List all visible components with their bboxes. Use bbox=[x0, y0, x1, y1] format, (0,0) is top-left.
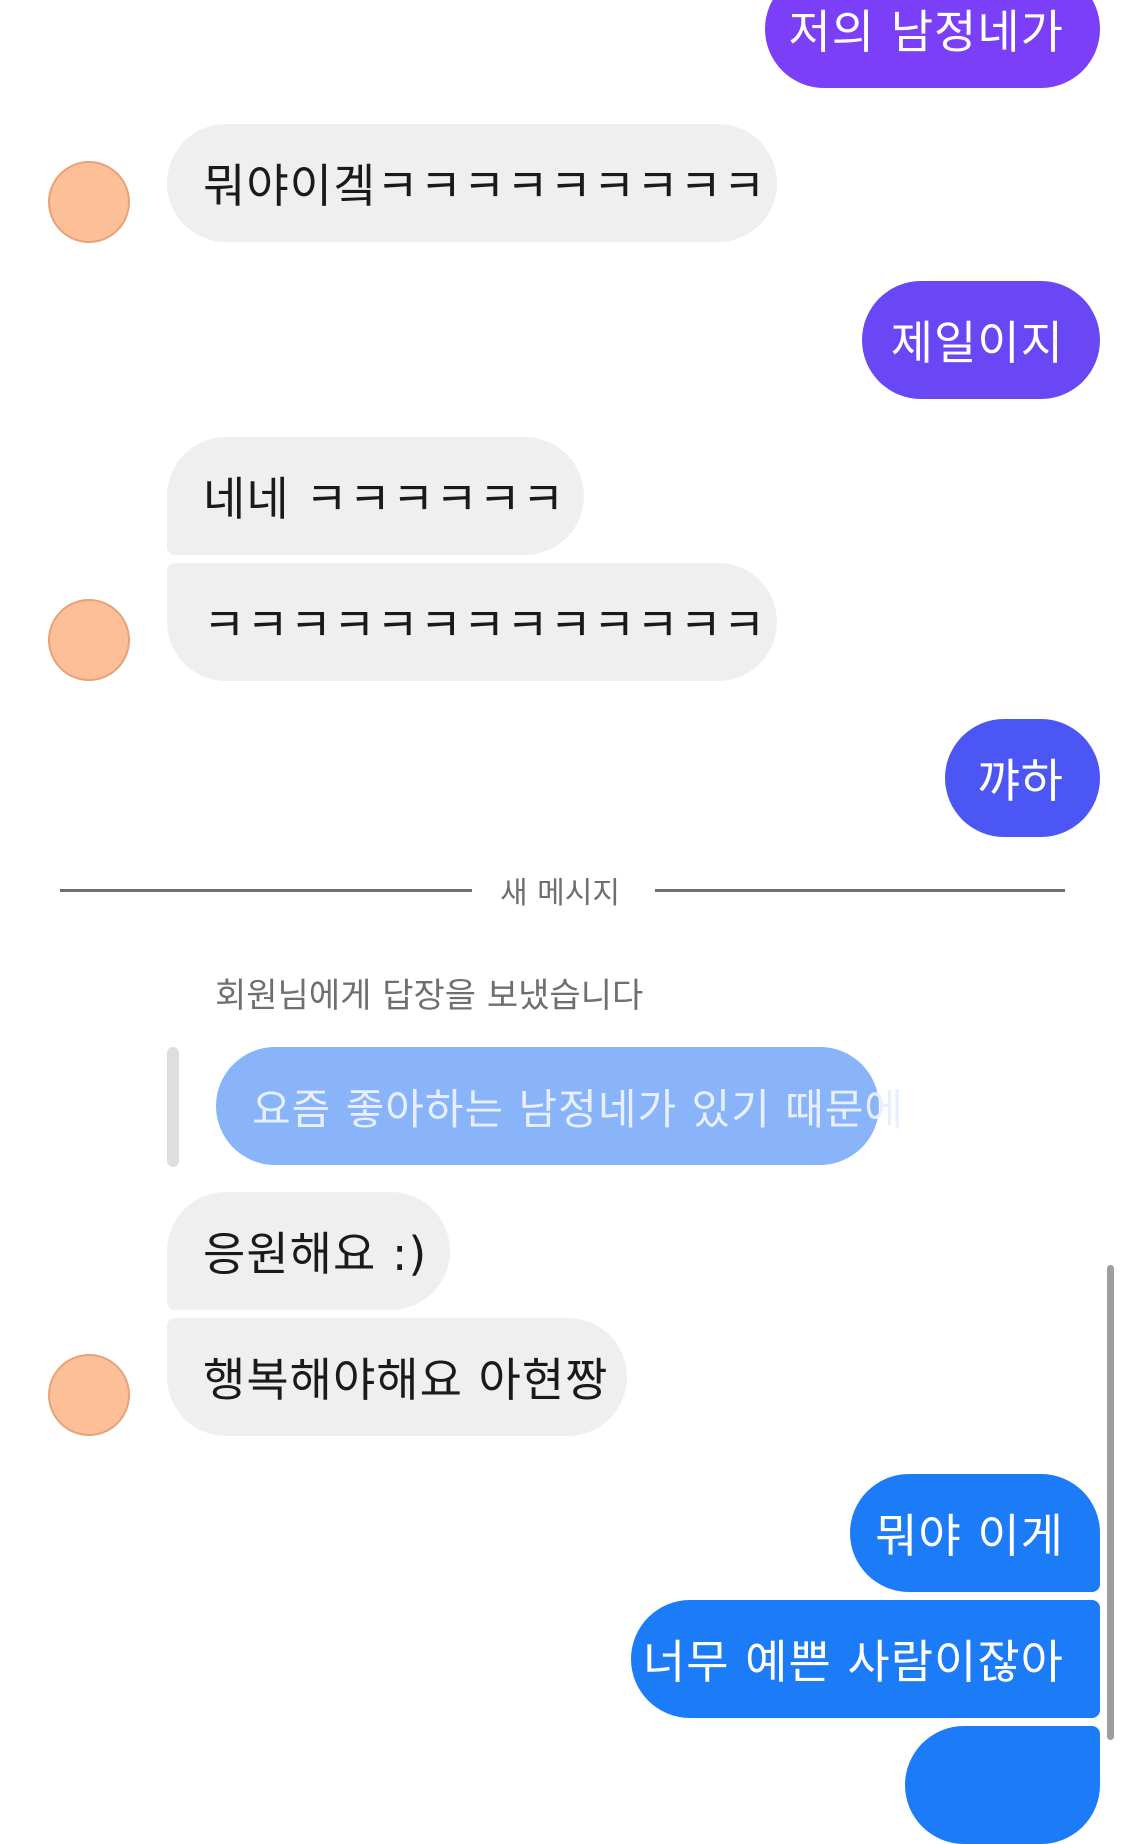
outgoing-message[interactable]: 꺄하 bbox=[945, 719, 1100, 837]
outgoing-message[interactable]: 저의 남정네가 bbox=[765, 0, 1100, 88]
message-text: 뭐야 이게 bbox=[875, 1509, 1064, 1563]
message-text: 제일이지 bbox=[890, 316, 1064, 370]
divider-line-right bbox=[655, 889, 1065, 892]
message-text: 행복해야해요 아현짱 bbox=[203, 1353, 609, 1407]
incoming-message[interactable]: 뭐야이겤ㅋㅋㅋㅋㅋㅋㅋㅋㅋ bbox=[167, 124, 777, 242]
message-text: ㅋㅋㅋㅋㅋㅋㅋㅋㅋㅋㅋㅋㅋ bbox=[203, 598, 767, 652]
incoming-message[interactable]: 네네 ㅋㅋㅋㅋㅋㅋ bbox=[167, 437, 584, 555]
reply-caption: 회원님에게 답장을 보냈습니다 bbox=[215, 976, 644, 1016]
sender-avatar[interactable] bbox=[48, 1354, 130, 1436]
incoming-message[interactable]: 행복해야해요 아현짱 bbox=[167, 1318, 627, 1436]
incoming-message[interactable]: 응원해요 :) bbox=[167, 1192, 450, 1310]
divider-line-left bbox=[60, 889, 472, 892]
new-messages-divider-label: 새 메시지 bbox=[500, 876, 620, 911]
message-text: 응원해요 :) bbox=[203, 1227, 428, 1281]
message-text: 뭐야이겤ㅋㅋㅋㅋㅋㅋㅋㅋㅋ bbox=[203, 159, 767, 213]
sender-avatar[interactable] bbox=[48, 599, 130, 681]
quoted-message-text: 요즘 좋아하는 남정네가 있기 때문에 bbox=[252, 1084, 905, 1134]
scrollbar[interactable] bbox=[1107, 1265, 1114, 1740]
sender-avatar[interactable] bbox=[48, 161, 130, 243]
quoted-message[interactable]: 요즘 좋아하는 남정네가 있기 때문에 bbox=[216, 1047, 903, 1165]
outgoing-message[interactable] bbox=[905, 1726, 1100, 1844]
outgoing-message[interactable]: 제일이지 bbox=[862, 281, 1100, 399]
message-text: 꺄하 bbox=[977, 754, 1064, 808]
outgoing-message[interactable]: 뭐야 이게 bbox=[850, 1474, 1100, 1592]
outgoing-message[interactable]: 너무 예쁜 사람이잖아 bbox=[631, 1600, 1100, 1718]
reply-quote-bar bbox=[167, 1047, 179, 1167]
message-text: 저의 남정네가 bbox=[788, 5, 1064, 59]
incoming-message[interactable]: ㅋㅋㅋㅋㅋㅋㅋㅋㅋㅋㅋㅋㅋ bbox=[167, 563, 777, 681]
message-text: 네네 ㅋㅋㅋㅋㅋㅋ bbox=[203, 472, 566, 526]
message-text: 너무 예쁜 사람이잖아 bbox=[642, 1635, 1064, 1689]
